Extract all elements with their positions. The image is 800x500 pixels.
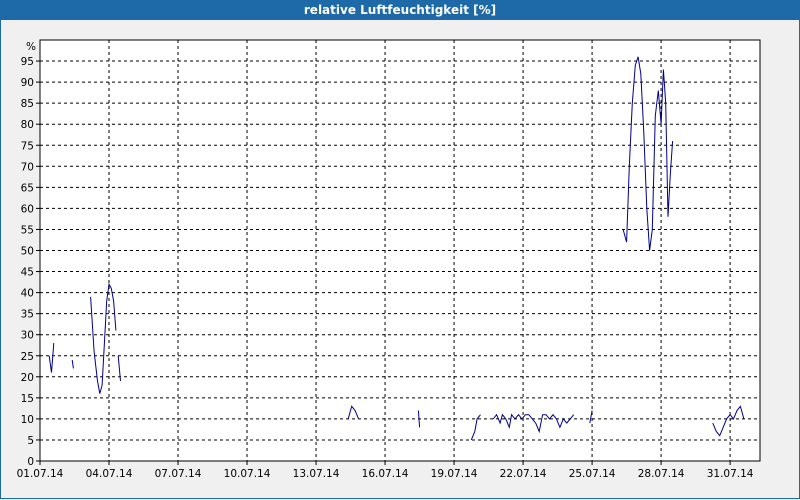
y-tick-label: 45 (21, 267, 34, 279)
x-tick-label: 28.07.14 (638, 468, 685, 480)
y-axis-ticks: 0 5 10 15 20 25 30 35 40 45 50 55 60 65 70 75 80 85 90 95 (21, 56, 40, 468)
x-tick-label: 13.07.14 (293, 468, 340, 480)
y-tick-label: 65 (21, 182, 34, 194)
y-tick-label: 60 (21, 203, 34, 215)
y-tick-label: 80 (21, 119, 34, 131)
y-axis-label: % (26, 41, 36, 53)
y-tick-label: 35 (21, 309, 34, 321)
x-tick-label: 04.07.14 (86, 468, 133, 480)
x-tick-label: 07.07.14 (155, 468, 202, 480)
y-tick-label: 40 (21, 288, 34, 300)
grid-lines (40, 40, 760, 461)
y-tick-label: 5 (27, 435, 34, 447)
y-tick-label: 20 (21, 372, 34, 384)
y-tick-label: 75 (21, 140, 34, 152)
x-axis-ticks: 01.07.14 04.07.14 07.07.14 10.07.14 13.07.14… (17, 461, 754, 480)
x-tick-label: 16.07.14 (362, 468, 409, 480)
y-tick-label: 70 (21, 161, 34, 173)
humidity-line-chart: 0 5 10 15 20 25 30 35 40 45 50 55 60 65 70 75 80 85 90 95 0… (17, 39, 761, 480)
y-tick-label: 95 (21, 56, 34, 68)
x-tick-label: 19.07.14 (431, 468, 478, 480)
y-tick-label: 10 (21, 414, 34, 426)
y-tick-label: 50 (21, 246, 34, 258)
x-tick-label: 01.07.14 (17, 468, 64, 480)
x-tick-label: 10.07.14 (224, 468, 271, 480)
y-tick-label: 15 (21, 393, 34, 405)
x-tick-label: 31.07.14 (707, 468, 754, 480)
y-tick-label: 30 (21, 330, 34, 342)
y-tick-label: 55 (21, 224, 34, 236)
y-tick-label: 90 (21, 77, 34, 89)
y-tick-label: 0 (27, 456, 34, 468)
x-tick-label: 25.07.14 (569, 468, 616, 480)
y-tick-label: 85 (21, 98, 34, 110)
x-tick-label: 22.07.14 (500, 468, 547, 480)
y-tick-label: 25 (21, 351, 34, 363)
